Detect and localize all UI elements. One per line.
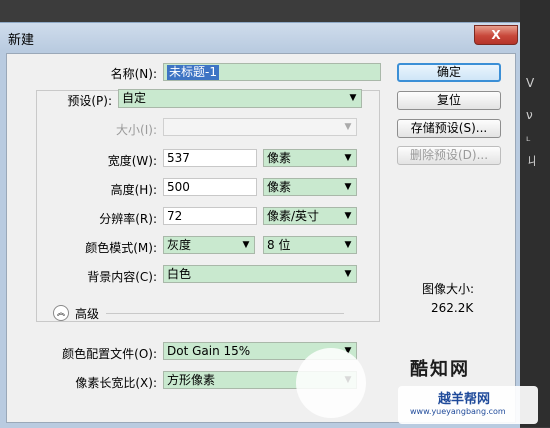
chevron-down-icon: ▼ bbox=[344, 269, 352, 279]
resolution-input[interactable]: 72 bbox=[163, 207, 257, 225]
width-unit-select[interactable]: 像素 ▼ bbox=[263, 149, 357, 167]
color-profile-value: Dot Gain 15% bbox=[167, 344, 251, 358]
chevron-down-icon: ▼ bbox=[344, 122, 352, 132]
side-glyph: ν bbox=[526, 108, 533, 122]
app-background-strip: V ν ᴸ ㄐ bbox=[520, 0, 550, 427]
close-icon: X bbox=[491, 28, 501, 42]
width-input[interactable]: 537 bbox=[163, 149, 257, 167]
close-button[interactable]: X bbox=[474, 25, 518, 45]
side-glyph: ㄐ bbox=[526, 154, 539, 168]
color-profile-select[interactable]: Dot Gain 15% ▼ bbox=[163, 342, 357, 360]
preset-value: 自定 bbox=[122, 91, 147, 105]
side-glyph: ᴸ bbox=[526, 134, 531, 148]
chevron-down-icon: ▼ bbox=[344, 211, 352, 221]
image-size-value: 262.2K bbox=[431, 301, 474, 315]
bit-depth-select[interactable]: 8 位 ▼ bbox=[263, 236, 357, 254]
chevron-down-icon: ▼ bbox=[242, 240, 250, 250]
delete-preset-button: 删除预设(D)... bbox=[397, 146, 501, 165]
side-glyph: V bbox=[526, 76, 535, 90]
color-mode-value: 灰度 bbox=[167, 238, 192, 252]
bit-depth-value: 8 位 bbox=[267, 238, 291, 252]
preset-select[interactable]: 自定 ▼ bbox=[118, 89, 362, 108]
dialog-title: 新建 bbox=[8, 33, 35, 48]
background-label: 背景内容(C): bbox=[87, 270, 157, 284]
save-preset-button[interactable]: 存储预设(S)... bbox=[397, 119, 501, 138]
chevron-down-icon: ▼ bbox=[344, 346, 352, 356]
pixel-aspect-value: 方形像素 bbox=[167, 373, 216, 387]
resolution-unit: 像素/英寸 bbox=[267, 209, 320, 223]
chevron-down-icon: ▼ bbox=[349, 93, 357, 103]
image-size-title: 图像大小: bbox=[422, 282, 475, 296]
chevron-down-icon: ▼ bbox=[344, 182, 352, 192]
width-unit: 像素 bbox=[267, 151, 292, 165]
ok-button[interactable]: 确定 bbox=[397, 63, 501, 82]
pixel-aspect-label: 像素长宽比(X): bbox=[75, 376, 157, 390]
resolution-unit-select[interactable]: 像素/英寸 ▼ bbox=[263, 207, 357, 225]
name-value: 未标题-1 bbox=[167, 65, 219, 80]
name-input[interactable]: 未标题-1 bbox=[163, 63, 381, 81]
chevron-down-icon: ▼ bbox=[344, 375, 352, 385]
chevron-down-icon: ▼ bbox=[344, 153, 352, 163]
reset-button[interactable]: 复位 bbox=[397, 91, 501, 110]
height-value: 500 bbox=[167, 180, 190, 194]
height-label: 高度(H): bbox=[110, 183, 157, 197]
advanced-label: 高级 bbox=[75, 307, 100, 321]
preset-label: 预设(P): bbox=[67, 94, 112, 108]
pixel-aspect-select[interactable]: 方形像素 ▼ bbox=[163, 371, 357, 389]
title-bar: 新建 X bbox=[0, 23, 520, 51]
advanced-toggle[interactable]: ︽ bbox=[53, 305, 69, 321]
background-value: 白色 bbox=[167, 267, 192, 281]
resolution-label: 分辨率(R): bbox=[99, 212, 157, 226]
size-select: ▼ bbox=[163, 118, 357, 136]
height-unit: 像素 bbox=[267, 180, 292, 194]
color-mode-label: 颜色模式(M): bbox=[85, 241, 157, 255]
color-mode-select[interactable]: 灰度 ▼ bbox=[163, 236, 255, 254]
size-label: 大小(I): bbox=[116, 123, 157, 137]
chevron-down-icon: ▼ bbox=[344, 240, 352, 250]
width-label: 宽度(W): bbox=[107, 154, 157, 168]
resolution-value: 72 bbox=[167, 209, 183, 223]
advanced-divider bbox=[106, 313, 344, 314]
name-label: 名称(N): bbox=[110, 67, 157, 81]
width-value: 537 bbox=[167, 151, 190, 165]
height-unit-select[interactable]: 像素 ▼ bbox=[263, 178, 357, 196]
color-profile-label: 颜色配置文件(O): bbox=[62, 347, 157, 361]
background-select[interactable]: 白色 ▼ bbox=[163, 265, 357, 283]
double-chevron-up-icon: ︽ bbox=[57, 308, 65, 317]
height-input[interactable]: 500 bbox=[163, 178, 257, 196]
